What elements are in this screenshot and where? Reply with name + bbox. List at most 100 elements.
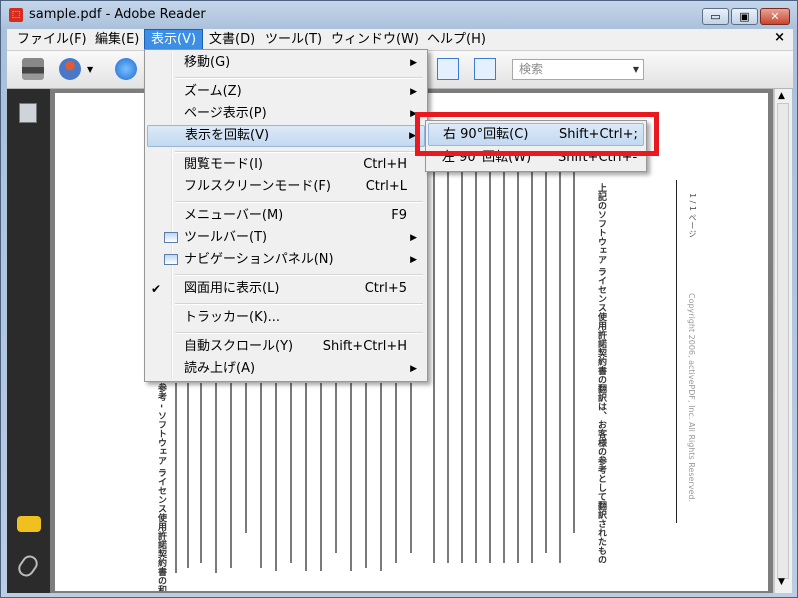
scroll-thumb[interactable] [777,103,789,579]
menu-item-rotate-view[interactable]: 表示を回転(V) ▶ [147,125,425,147]
text-line [365,383,367,568]
menu-bar: ファイル(F) 編集(E) 表示(V) 文書(D) ツール(T) ウィンドウ(W… [7,29,793,51]
text-line [517,153,519,563]
menu-item-label: ナビゲーションパネル(N) [184,252,334,267]
collaborate-icon[interactable] [59,58,81,80]
text-line [175,383,177,573]
menu-item-menu-bar[interactable]: メニューバー(M) F9 [147,205,425,227]
document-heading: 参考 - ソフトウェア ライセンス使用許諾契約書の和訳 [156,383,166,591]
text-line [559,153,561,563]
menu-item-shortcut: Ctrl+L [365,179,407,194]
menu-window[interactable]: ウィンドウ(W) [325,29,425,50]
text-line [410,383,412,553]
document-close-button[interactable]: × [774,30,785,45]
page-label: 1 / 1 ページ [688,193,697,238]
text-line [489,153,491,563]
menu-separator [175,151,423,153]
menu-separator [175,303,423,305]
text-line [245,383,247,533]
submenu-arrow-icon: ▶ [410,255,417,265]
text-line [395,383,397,563]
menu-item-label: 閲覧モード(I) [184,157,263,172]
minimize-button[interactable]: ▭ [702,8,729,25]
toolbar-icon [164,232,178,243]
copyright-text: Copyright 2006, activePDF, Inc. All Righ… [687,293,696,502]
search-dropdown-icon[interactable]: ▼ [633,60,639,79]
pages-icon[interactable] [19,103,37,123]
menu-item-auto-scroll[interactable]: 自動スクロール(Y) Shift+Ctrl+H [147,336,425,358]
right-heading: 上記のソフトウェア ライセンス使用許諾契約書の翻訳は、お客様の参考として翻訳され… [596,183,606,563]
menu-item-label: 読み上げ(A) [184,361,256,376]
comments-icon[interactable] [17,516,41,532]
title-bar: ⬚ sample.pdf - Adobe Reader ▭ ▣ ✕ [1,1,797,29]
menu-item-tracker[interactable]: トラッカー(K)... [147,307,425,329]
text-line [275,383,277,571]
checkmark-icon: ✔ [151,282,162,296]
menu-view[interactable]: 表示(V) [144,29,204,50]
menu-separator [175,77,423,79]
text-line [545,153,547,553]
menu-item-navigation-panels[interactable]: ナビゲーションパネル(N) ▶ [147,249,425,271]
navigation-panel-icon [164,254,178,265]
menu-item-label: ページ表示(P) [184,106,267,121]
text-line [503,153,505,563]
maximize-button[interactable]: ▣ [731,8,758,25]
menu-item-label: 移動(G) [184,55,231,70]
attachments-icon[interactable] [15,552,41,580]
text-line [320,383,322,571]
text-line [215,383,217,573]
vertical-scrollbar[interactable]: ▲ ▼ [774,89,792,593]
fit-width-icon[interactable] [437,58,459,80]
search-placeholder: 検索 [519,62,544,76]
submenu-arrow-icon: ▶ [410,233,417,243]
text-line [573,153,575,533]
menu-item-label: 表示を回転(V) [185,128,270,143]
highlight-annotation-box [415,112,659,156]
menu-separator [175,274,423,276]
menu-item-shortcut: Ctrl+5 [364,281,407,296]
menu-item-shortcut: F9 [391,208,407,223]
text-line [290,383,292,563]
menu-item-shortcut: Ctrl+H [363,157,407,172]
menu-separator [175,332,423,334]
text-line [305,383,307,571]
menu-item-drawing-view[interactable]: ✔ 図面用に表示(L) Ctrl+5 [147,278,425,300]
text-line [200,383,202,563]
submenu-arrow-icon: ▶ [410,364,417,374]
menu-help[interactable]: ヘルプ(H) [421,29,492,50]
text-line [447,153,449,563]
print-icon[interactable] [22,58,44,80]
text-line [260,383,262,568]
menu-item-zoom[interactable]: ズーム(Z) ▶ [147,81,425,103]
menu-item-go-to[interactable]: 移動(G) ▶ [147,52,425,74]
menu-item-read-mode[interactable]: 閲覧モード(I) Ctrl+H [147,154,425,176]
menu-item-shortcut: Shift+Ctrl+H [322,339,407,354]
globe-icon[interactable] [115,58,137,80]
menu-file[interactable]: ファイル(F) [11,29,93,50]
menu-document[interactable]: 文書(D) [203,29,261,50]
menu-item-page-display[interactable]: ページ表示(P) ▶ [147,103,425,125]
menu-item-label: 図面用に表示(L) [184,281,280,296]
close-window-button[interactable]: ✕ [760,8,790,25]
menu-item-label: トラッカー(K)... [184,310,281,325]
text-line [475,153,477,563]
menu-item-read-out-loud[interactable]: 読み上げ(A) ▶ [147,358,425,380]
scroll-up-icon[interactable]: ▲ [778,91,785,101]
search-input[interactable]: 検索 ▼ [512,59,644,80]
chevron-down-icon[interactable]: ▼ [87,65,93,74]
menu-tools[interactable]: ツール(T) [259,29,328,50]
fit-page-icon[interactable] [474,58,496,80]
view-menu: 移動(G) ▶ ズーム(Z) ▶ ページ表示(P) ▶ 表示を回転(V) ▶ 閲… [144,49,428,382]
menu-item-toolbars[interactable]: ツールバー(T) ▶ [147,227,425,249]
menu-edit[interactable]: 編集(E) [89,29,145,50]
menu-item-full-screen[interactable]: フルスクリーンモード(F) Ctrl+L [147,176,425,198]
divider-line [676,180,677,523]
window-title: sample.pdf - Adobe Reader [29,7,206,22]
text-line [461,153,463,563]
text-line [187,383,189,568]
scroll-down-icon[interactable]: ▼ [778,577,785,587]
text-line [230,383,232,568]
menu-item-label: 自動スクロール(Y) [184,339,294,354]
menu-separator [175,201,423,203]
navigation-pane [7,89,50,593]
